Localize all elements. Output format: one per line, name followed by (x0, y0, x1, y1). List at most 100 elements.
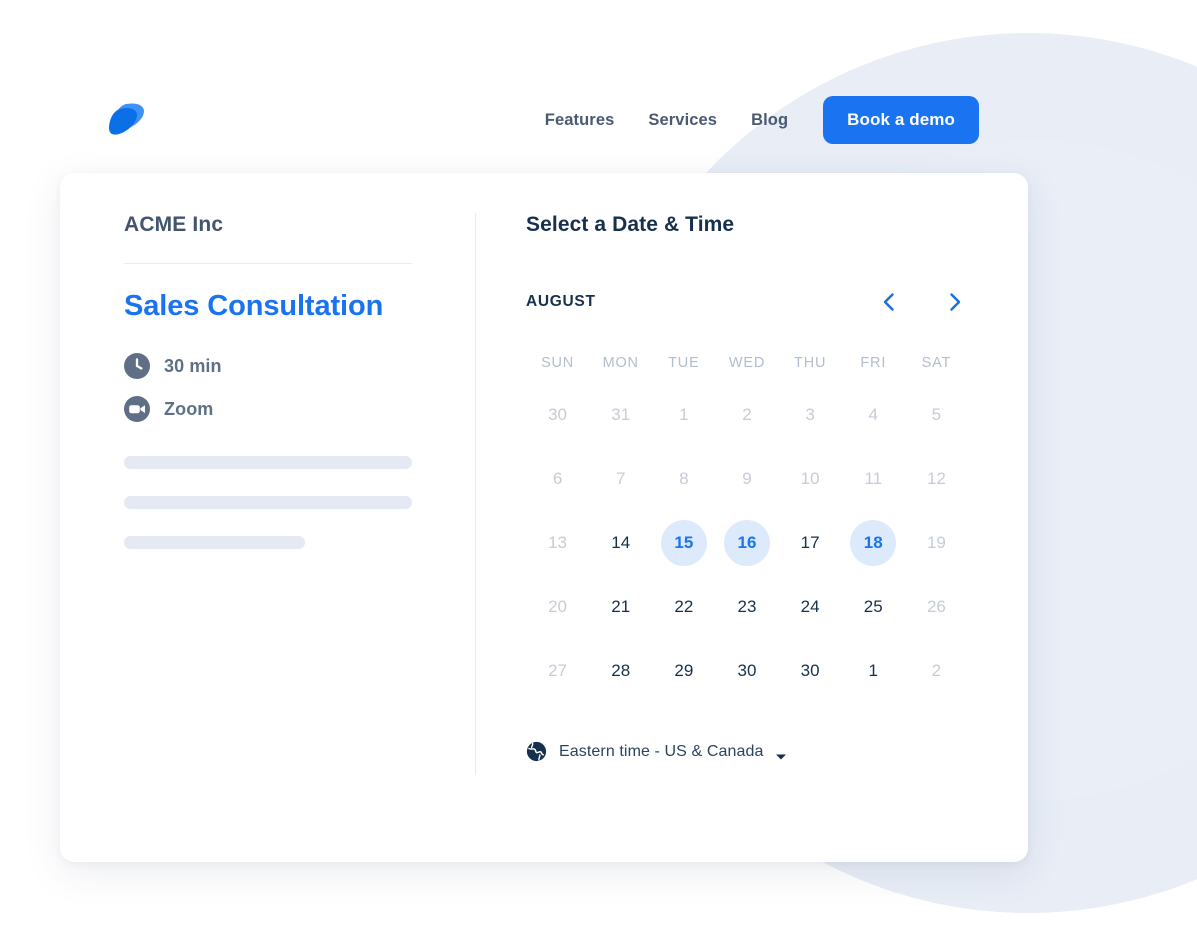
brand-logo-icon[interactable] (104, 98, 150, 144)
calendar-cell: 3 (779, 383, 842, 447)
calendar-week-row: 6 7 8 9 10 11 12 (526, 447, 968, 511)
calendar-day-30: 30 (548, 405, 568, 424)
weekday-thu: THU (794, 355, 827, 371)
weekday-sat: SAT (921, 355, 952, 371)
calendar-cell: 12 (905, 447, 968, 511)
calendar-cell: 19 (905, 511, 968, 575)
calendar-cell: 30 (715, 639, 778, 703)
calendar-day-28: 28 (611, 661, 631, 680)
nav-link-services[interactable]: Services (631, 96, 734, 144)
calendar-cell: 23 (715, 575, 778, 639)
placeholder-line (124, 536, 306, 549)
calendar-day-29: 29 (674, 661, 694, 680)
calendar-day-15[interactable]: 15 (660, 520, 707, 566)
calendar-day-5: 5 (931, 405, 942, 424)
globe-icon (526, 741, 547, 762)
calendar-cell: 9 (715, 447, 778, 511)
calendar-day-11: 11 (864, 469, 883, 488)
calendar-cell: 21 (589, 575, 652, 639)
calendar-cell: 24 (779, 575, 842, 639)
event-location-label: Zoom (164, 398, 214, 419)
weekday-fri: FRI (860, 355, 887, 371)
organization-name: ACME Inc (124, 213, 412, 264)
calendar-cell: 15 (652, 511, 715, 575)
calendar-day-16[interactable]: 16 (723, 520, 770, 566)
calendar-day-21: 21 (611, 597, 631, 616)
calendar-cell: 13 (526, 511, 589, 575)
weekday-mon: MON (602, 355, 639, 371)
calendar-day-8: 8 (679, 469, 689, 488)
calendar-day-2: 2 (931, 661, 942, 680)
timezone-selector[interactable]: Eastern time - US & Canada (526, 741, 787, 762)
month-navigation-bar: AUGUST (526, 289, 968, 315)
calendar-day-9: 9 (742, 469, 752, 488)
calendar-cell: 14 (589, 511, 652, 575)
calendar-day-17: 17 (800, 533, 820, 552)
calendar-cell: 30 (779, 639, 842, 703)
calendar-day-22: 22 (674, 597, 694, 616)
calendar-day-14: 14 (611, 533, 631, 552)
calendar-cell: 29 (652, 639, 715, 703)
nav-link-features[interactable]: Features (528, 96, 632, 144)
calendar-week-row: 30 31 1 2 3 4 5 (526, 383, 968, 447)
calendar-day-27: 27 (548, 661, 568, 680)
clock-icon (124, 353, 150, 379)
calendar-cell: 22 (652, 575, 715, 639)
placeholder-line (124, 456, 412, 469)
month-nav-controls (876, 289, 968, 315)
calendar-day-18[interactable]: 18 (850, 520, 897, 566)
calendar-cell: 1 (842, 639, 905, 703)
calendar-cell: 11 (842, 447, 905, 511)
calendar-day-26: 26 (926, 597, 946, 616)
calendar-cell: 2 (715, 383, 778, 447)
calendar-day-7: 7 (615, 469, 626, 488)
scheduler-title: Select a Date & Time (526, 213, 735, 236)
date-time-panel: Select a Date & Time AUGUST SUN MON TUE … (476, 173, 1028, 862)
chevron-left-icon[interactable] (876, 289, 902, 315)
calendar-week-row: 27 28 29 30 30 1 2 (526, 639, 968, 703)
calendar-day-1: 1 (679, 405, 689, 424)
timezone-label: Eastern time - US & Canada (559, 742, 764, 760)
calendar-day-2: 2 (742, 405, 752, 424)
calendar-day-1: 1 (868, 661, 878, 680)
weekday-wed: WED (728, 355, 766, 371)
calendar-cell: 5 (905, 383, 968, 447)
calendar-day-4: 4 (868, 405, 878, 424)
main-navigation: Features Services Blog Book a demo (528, 96, 979, 144)
calendar-cell: 2 (905, 639, 968, 703)
calendar-day-30: 30 (737, 661, 757, 680)
calendar-day-13: 13 (548, 533, 568, 552)
calendar-cell: 26 (905, 575, 968, 639)
weekday-sun: SUN (541, 355, 575, 371)
calendar-day-19: 19 (926, 533, 946, 552)
event-location-row: Zoom (124, 396, 412, 422)
calendar-cell: 31 (589, 383, 652, 447)
caret-down-icon (775, 748, 787, 759)
calendar-cell: 18 (842, 511, 905, 575)
calendar-day-31: 31 (611, 405, 631, 424)
calendar-day-3: 3 (805, 405, 815, 424)
calendar-cell: 30 (526, 383, 589, 447)
calendar-day-25: 25 (863, 597, 883, 616)
calendar-day-10: 10 (800, 469, 820, 488)
book-a-demo-button[interactable]: Book a demo (823, 96, 979, 144)
calendar-grid: SUN MON TUE WED THU FRI SAT 30 31 1 2 3 4 5 6 7 8… (526, 343, 968, 703)
calendar-week-row: 13 14 15 16 17 18 19 (526, 511, 968, 575)
event-meta-list: 30 min Zoom (124, 353, 412, 422)
calendar-cell: 7 (589, 447, 652, 511)
nav-link-blog[interactable]: Blog (734, 96, 805, 144)
video-camera-icon (124, 396, 150, 422)
calendar-day-20: 20 (548, 597, 568, 616)
calendar-cell: 20 (526, 575, 589, 639)
booking-card: ACME Inc Sales Consultation 30 min Zoom … (60, 173, 1028, 862)
calendar-weekday-header: SUN MON TUE WED THU FRI SAT (526, 343, 968, 383)
calendar-cell: 6 (526, 447, 589, 511)
calendar-cell: 10 (779, 447, 842, 511)
calendar-weeks: 30 31 1 2 3 4 5 6 7 8 9 10 11 12 13 14 15 16 17 18 19 20 21 22 2… (526, 383, 968, 703)
page-root: Features Services Blog Book a demo ACME … (0, 0, 1197, 947)
calendar-cell: 17 (779, 511, 842, 575)
calendar-cell: 27 (526, 639, 589, 703)
chevron-right-icon[interactable] (942, 289, 968, 315)
calendar-day-12: 12 (926, 469, 946, 488)
current-month-label: AUGUST (526, 293, 596, 310)
